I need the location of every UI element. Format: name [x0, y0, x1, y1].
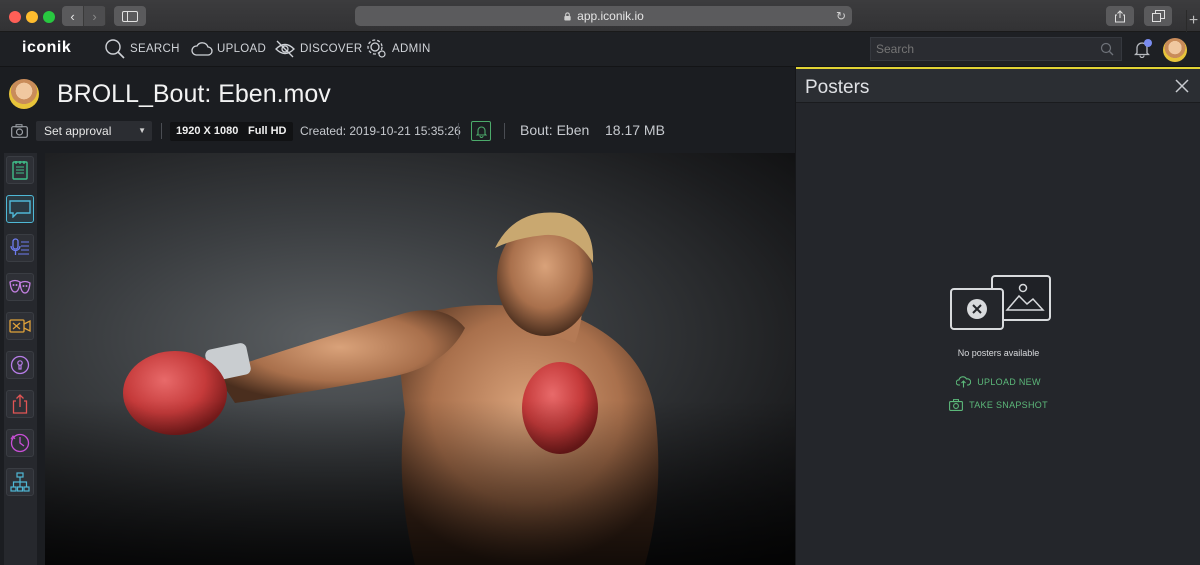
user-avatar[interactable] [1163, 38, 1187, 62]
upload-new-label: UPLOAD NEW [977, 376, 1041, 387]
close-window-button[interactable] [9, 11, 21, 23]
back-button[interactable]: ‹ [62, 6, 84, 26]
resolution-badge: 1920 X 1080 [170, 122, 245, 141]
browser-chrome: ‹ › app.iconik.io ↻ + [0, 0, 1200, 32]
rail-faces-button[interactable] [6, 273, 34, 301]
share-icon [1115, 9, 1125, 22]
app-header: iconik SEARCH UPLOAD DISCOVER ADMIN [0, 32, 1200, 67]
cloud-upload-icon [956, 376, 972, 388]
rail-export-button[interactable] [6, 390, 34, 418]
metadata-notes-icon [12, 161, 28, 180]
discover-icon [275, 40, 295, 58]
media-viewer[interactable] [45, 153, 795, 565]
subscribe-button[interactable] [471, 121, 491, 141]
nav-admin[interactable]: ADMIN [366, 37, 431, 61]
relations-tree-icon [10, 472, 30, 492]
tabs-icon [1151, 10, 1165, 22]
cloud-upload-icon [191, 42, 213, 56]
global-search [870, 37, 1122, 61]
camera-icon[interactable] [11, 124, 28, 138]
meta-divider [504, 123, 505, 139]
approval-select[interactable]: Set approval ▼ [36, 121, 152, 141]
owner-avatar [9, 79, 39, 109]
video-preview-image [45, 153, 795, 565]
share-button[interactable] [1106, 6, 1134, 26]
bell-icon [475, 125, 487, 138]
lock-icon [564, 11, 571, 21]
posters-panel: Posters No posters available UPLOAD NEW … [795, 67, 1200, 565]
nav-discover-label: DISCOVER [300, 43, 363, 55]
zoom-window-button[interactable] [43, 11, 55, 23]
search-input[interactable] [876, 42, 1086, 56]
transcription-icon [10, 238, 29, 255]
export-share-icon [12, 394, 28, 414]
chevron-right-icon: › [92, 8, 97, 24]
history-clock-icon [10, 433, 30, 453]
nav-upload[interactable]: UPLOAD [191, 37, 266, 61]
reload-icon[interactable]: ↻ [836, 9, 846, 23]
new-tab-button[interactable]: + [1186, 10, 1200, 32]
collection-name: Bout: Eben [520, 122, 590, 138]
search-icon [105, 39, 125, 59]
chevron-left-icon: ‹ [70, 8, 75, 24]
sidebar-toggle-button[interactable] [114, 6, 146, 26]
panel-header: Posters [796, 69, 1200, 103]
meta-divider [161, 123, 162, 139]
meta-divider [458, 123, 459, 139]
rail-transcription-button[interactable] [6, 234, 34, 262]
notification-badge [1144, 39, 1152, 47]
faces-masks-icon [9, 279, 31, 294]
video-segments-icon [9, 319, 31, 333]
url-text: app.iconik.io [577, 9, 644, 23]
permissions-lock-icon [10, 355, 30, 375]
empty-state-text: No posters available [957, 348, 1040, 358]
nav-discover[interactable]: DISCOVER [274, 37, 362, 61]
rail-comments-button[interactable] [6, 195, 34, 223]
upload-new-button[interactable]: UPLOAD NEW [796, 375, 1200, 388]
created-date: Created: 2019-10-21 15:35:26 [300, 124, 461, 138]
nav-upload-label: UPLOAD [217, 43, 267, 55]
address-bar[interactable]: app.iconik.io ↻ [355, 6, 852, 26]
tool-rail [4, 153, 37, 565]
history-nav: ‹ › [62, 6, 106, 26]
take-snapshot-label: TAKE SNAPSHOT [969, 400, 1048, 410]
comments-icon [9, 200, 31, 218]
rail-segments-button[interactable] [6, 312, 34, 340]
rail-metadata-button[interactable] [6, 156, 34, 184]
approval-label: Set approval [44, 124, 112, 138]
iconik-logo[interactable]: iconik [22, 39, 71, 57]
quality-badge: Full HD [242, 122, 293, 141]
file-size: 18.17 MB [605, 122, 665, 138]
nav-search-label: SEARCH [130, 43, 180, 55]
take-snapshot-button[interactable]: TAKE SNAPSHOT [796, 399, 1200, 411]
asset-title: BROLL_Bout: Eben.mov [57, 80, 331, 108]
close-icon[interactable] [1175, 79, 1189, 93]
rail-relations-button[interactable] [6, 468, 34, 496]
camera-icon [949, 399, 964, 411]
search-icon[interactable] [1100, 42, 1114, 56]
rail-permissions-button[interactable] [6, 351, 34, 379]
tabs-overview-button[interactable] [1144, 6, 1172, 26]
rail-history-button[interactable] [6, 429, 34, 457]
no-posters-illustration-icon [950, 275, 1051, 330]
gear-icon [367, 39, 386, 58]
nav-admin-label: ADMIN [392, 43, 431, 55]
sidebar-icon [122, 10, 138, 22]
panel-title: Posters [805, 77, 870, 98]
forward-button[interactable]: › [84, 6, 106, 26]
nav-search[interactable]: SEARCH [104, 37, 180, 61]
caret-down-icon: ▼ [138, 126, 146, 135]
minimize-window-button[interactable] [26, 11, 38, 23]
